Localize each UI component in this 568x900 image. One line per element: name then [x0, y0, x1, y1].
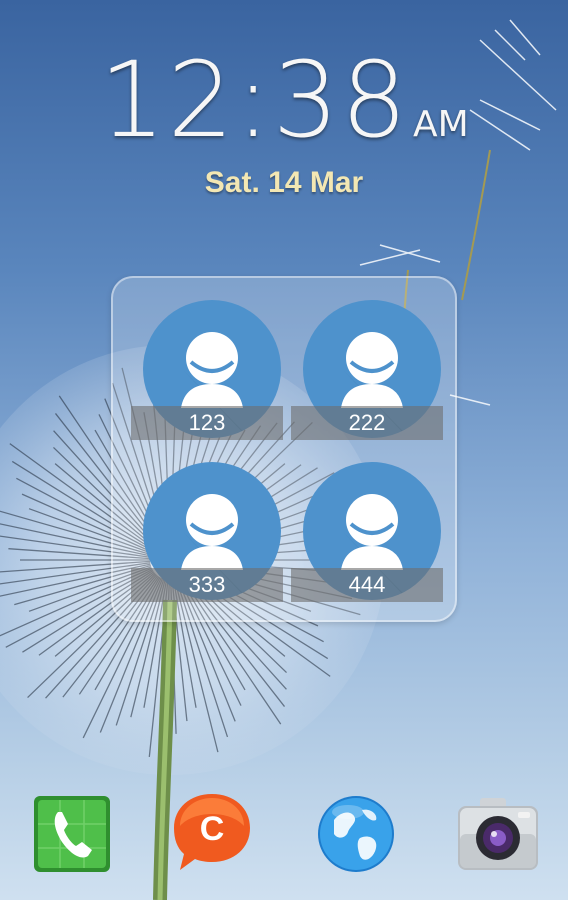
contact-label: 333 [131, 568, 283, 602]
lockscreen-clock: 12:38 AM [0, 45, 568, 155]
clock-time: 12:38 [99, 39, 410, 161]
chaton-app-button[interactable]: C [170, 790, 254, 874]
contact-shortcut-4[interactable]: 444 [291, 462, 449, 602]
camera-icon [458, 798, 538, 870]
camera-app-button[interactable] [456, 790, 540, 874]
contact-shortcut-1[interactable]: 123 [131, 300, 289, 440]
clock-ampm: AM [413, 104, 469, 145]
phone-icon [34, 796, 110, 872]
contact-label: 123 [131, 406, 283, 440]
internet-app-button[interactable] [314, 790, 398, 874]
contact-label: 444 [291, 568, 443, 602]
contacts-widget: 123 222 333 444 [111, 276, 457, 622]
phone-app-button[interactable] [30, 790, 114, 874]
contact-shortcut-3[interactable]: 333 [131, 462, 289, 602]
internet-globe-icon [318, 796, 394, 872]
chaton-icon: C [174, 794, 250, 870]
lockscreen-date: Sat. 14 Mar [204, 166, 364, 199]
app-dock: C [0, 790, 568, 890]
contact-label: 222 [291, 406, 443, 440]
contact-shortcut-2[interactable]: 222 [291, 300, 449, 440]
chaton-glyph: C [200, 810, 225, 848]
